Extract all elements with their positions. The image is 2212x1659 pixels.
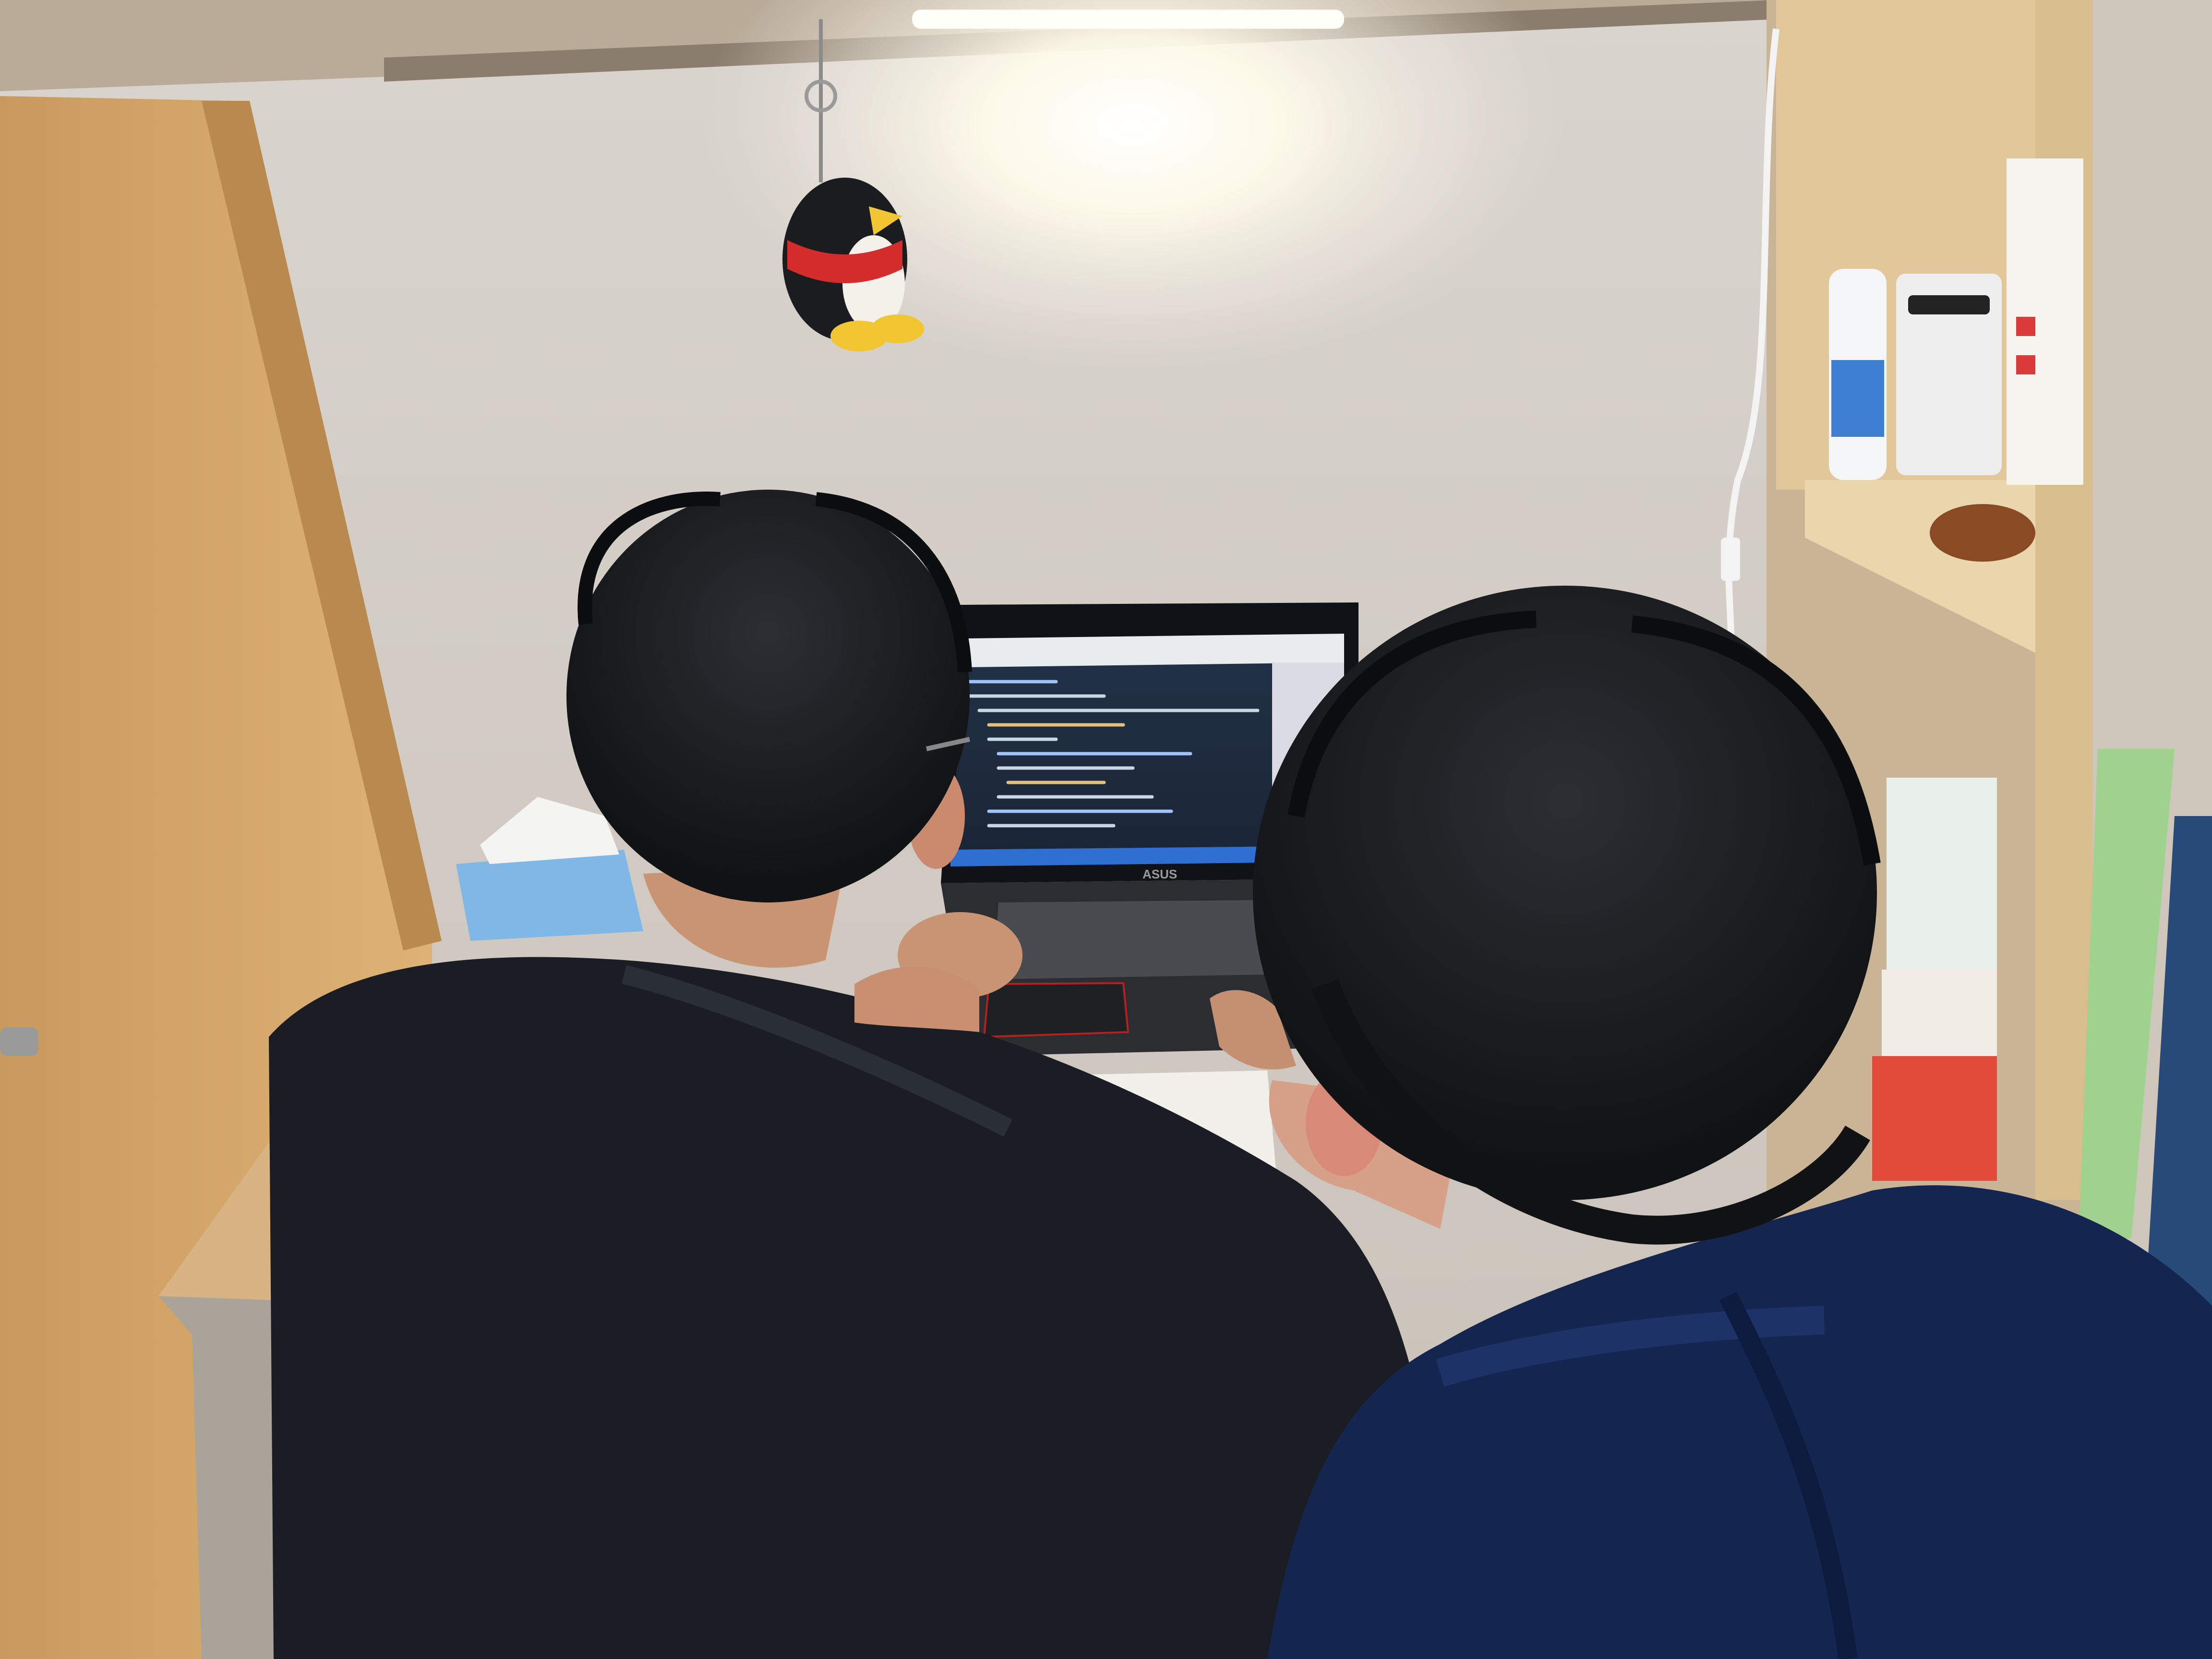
laptop-keyboard: [994, 900, 1267, 979]
person-left-hair: [566, 490, 970, 902]
wooden-comb: [1930, 504, 2035, 562]
scene-svg: ASUS: [0, 0, 2212, 1659]
penguin-foot-right: [871, 314, 924, 343]
book-stack-mid: [1882, 970, 1997, 1056]
cable-switch: [1721, 538, 1740, 581]
power-bank-display: [1908, 295, 1990, 314]
bottle-label: [1831, 360, 1884, 437]
editor-menu-bar: [965, 634, 1344, 667]
tissue-box: [456, 850, 643, 941]
photo-scene: ASUS: [0, 0, 2212, 1659]
box-red-mark-2: [2016, 355, 2035, 374]
laptop-touchpad: [983, 982, 1130, 1038]
door-handle: [0, 1027, 38, 1056]
lamp-bar: [912, 10, 1344, 29]
box-red-mark: [2016, 317, 2035, 336]
book-stack-upper: [1887, 778, 1997, 970]
book-stack-red: [1872, 1056, 1997, 1181]
laptop-brand-logo: ASUS: [1142, 867, 1177, 881]
